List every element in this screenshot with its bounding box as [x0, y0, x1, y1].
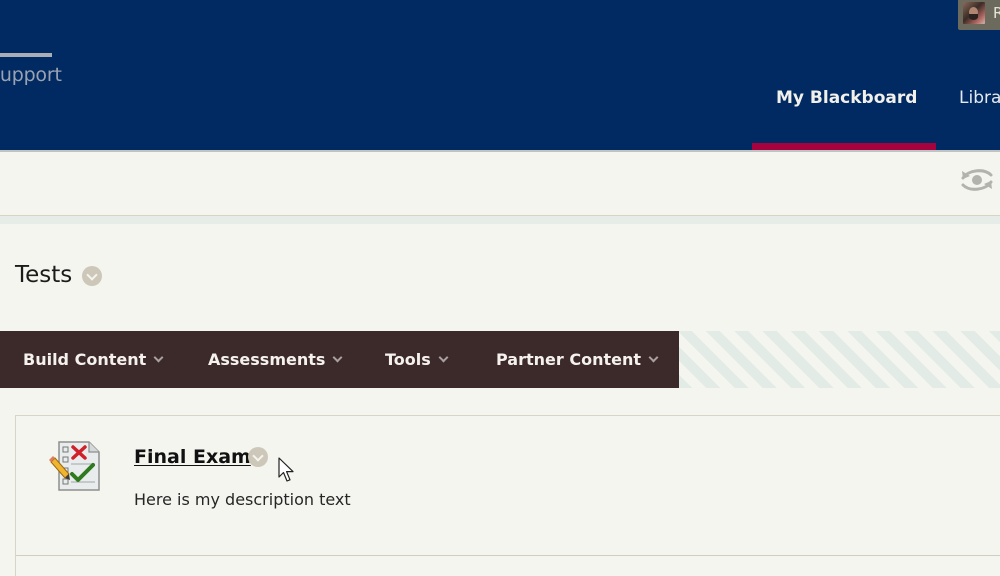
chevron-down-icon [438, 352, 449, 363]
action-bar-filler [678, 331, 1000, 388]
assessments-menu[interactable]: Assessments [208, 350, 343, 369]
mouse-cursor-icon [278, 457, 294, 482]
tab-libraries[interactable]: Libraries [959, 88, 1000, 108]
build-content-menu[interactable]: Build Content [23, 350, 164, 369]
test-icon [49, 441, 100, 491]
item-title-link[interactable]: Final Exam [134, 446, 251, 468]
breadcrumb-bar [0, 152, 1000, 215]
tab-my-blackboard[interactable]: My Blackboard [776, 88, 917, 108]
chevron-down-icon [648, 352, 659, 363]
tools-menu[interactable]: Tools [385, 350, 449, 369]
eye-refresh-icon [961, 169, 993, 191]
content-list: Final Exam Here is my description text [15, 415, 1000, 576]
support-link-underline [0, 53, 52, 57]
top-header: Support R My Blackboard Libraries [0, 0, 1000, 150]
chevron-down-icon [153, 352, 164, 363]
chevron-down-icon [332, 352, 343, 363]
action-bar: Build Content Assessments Tools Partner … [0, 331, 679, 388]
page-title: Tests [15, 262, 73, 288]
breadcrumb-stripe [0, 216, 1000, 224]
active-tab-indicator [752, 143, 936, 150]
avatar [963, 2, 985, 24]
list-item: Final Exam Here is my description text [16, 416, 1000, 556]
item-description: Here is my description text [134, 490, 351, 509]
edit-mode-toggle[interactable] [960, 167, 994, 193]
user-name: R [993, 4, 1000, 22]
item-context-menu-button[interactable] [248, 447, 268, 467]
support-link[interactable]: Support [0, 64, 62, 86]
page-title-context-menu-button[interactable] [82, 266, 102, 286]
user-menu[interactable]: R [958, 0, 1000, 30]
partner-content-menu[interactable]: Partner Content [496, 350, 659, 369]
